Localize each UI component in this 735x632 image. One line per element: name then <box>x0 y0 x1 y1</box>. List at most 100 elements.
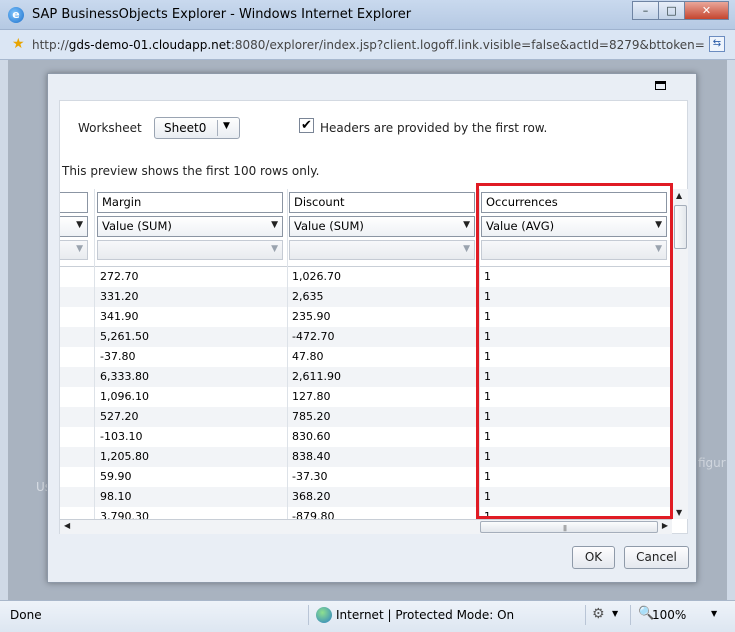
horizontal-scrollbar[interactable]: ◀ ||| ▶ <box>60 519 672 534</box>
table-cell: 1,205.80 <box>100 450 149 463</box>
table-cell: 1 <box>484 330 491 343</box>
status-text: Done <box>10 608 42 622</box>
page-icon[interactable]: ⇆ <box>709 36 725 52</box>
column-header-field[interactable]: Discount <box>289 192 475 213</box>
table-cell: 1 <box>484 290 491 303</box>
headers-checkbox-label: Headers are provided by the first row. <box>320 121 548 135</box>
import-preview-dialog: Worksheet Sheet0 ▼ ✔ Headers are provide… <box>47 73 697 583</box>
column-discount: Discount Value (SUM) ▼ ▼ 1,026.70 2,635 … <box>289 189 480 519</box>
table-cell: 1 <box>484 470 491 483</box>
discount-values: 1,026.70 2,635 235.90 -472.70 47.80 2,61… <box>289 267 341 519</box>
preview-note: This preview shows the first 100 rows on… <box>62 164 320 178</box>
table-cell: -103.10 <box>100 430 143 443</box>
chevron-down-icon: ▼ <box>463 244 470 254</box>
vertical-scrollbar[interactable]: ▲ ▼ <box>672 189 688 519</box>
favorites-star-icon[interactable]: ★ <box>12 36 25 52</box>
ie-logo-icon: e <box>8 7 24 23</box>
table-cell: 331.20 <box>100 290 139 303</box>
table-cell: 838.40 <box>292 450 331 463</box>
aggregation-select[interactable]: Value (AVG) ▼ <box>481 216 667 237</box>
margin-values: 272.70 331.20 341.90 5,261.50 -37.80 6,3… <box>97 267 149 519</box>
chevron-down-icon: ▼ <box>463 220 470 230</box>
table-cell: 527.20 <box>100 410 139 423</box>
table-cell: 3,790.30 <box>100 510 149 519</box>
column-header-field[interactable]: Margin <box>97 192 283 213</box>
table-cell: 1 <box>484 450 491 463</box>
status-bar: Done Internet | Protected Mode: On ⚙ ▼ 🔍… <box>0 600 735 632</box>
table-cell: 785.20 <box>292 410 331 423</box>
occurrences-values: 1 1 1 1 1 1 1 1 1 1 1 1 1 <box>481 267 491 519</box>
zoom-level[interactable]: 100% <box>652 608 686 622</box>
secondary-select[interactable]: ▼ <box>97 240 283 260</box>
security-zone[interactable]: Internet | Protected Mode: On <box>336 608 514 622</box>
scroll-down-arrow-icon[interactable]: ▼ <box>676 508 682 517</box>
table-cell: 235.90 <box>292 310 331 323</box>
table-cell: 1 <box>484 310 491 323</box>
minimize-button[interactable]: – <box>632 1 659 20</box>
column-occurrences: Occurrences Value (AVG) ▼ ▼ 1 1 1 1 1 1 … <box>481 189 667 519</box>
scroll-up-arrow-icon[interactable]: ▲ <box>676 191 682 200</box>
vertical-scroll-thumb[interactable] <box>674 205 687 249</box>
table-cell: 2,635 <box>292 290 324 303</box>
table-cell: 6,333.80 <box>100 370 149 383</box>
table-cell: -37.30 <box>292 470 328 483</box>
table-cell: -879.80 <box>292 510 335 519</box>
table-cell: 1 <box>484 510 491 519</box>
ok-button[interactable]: OK <box>572 546 615 569</box>
worksheet-select-value: Sheet0 <box>164 121 207 135</box>
scroll-left-arrow-icon[interactable]: ◀ <box>64 521 70 530</box>
worksheet-select[interactable]: Sheet0 ▼ <box>154 117 240 139</box>
secondary-select[interactable]: ▼ <box>481 240 667 260</box>
table-cell: 47.80 <box>292 350 324 363</box>
window-titlebar: e SAP BusinessObjects Explorer - Windows… <box>0 0 735 30</box>
chevron-down-icon: ▼ <box>655 220 662 230</box>
chevron-down-icon[interactable]: ▼ <box>711 609 717 618</box>
column-margin: Margin Value (SUM) ▼ ▼ 272.70 331.20 341… <box>97 189 288 519</box>
data-preview-grid: ▼ ▼ Margin Value (SUM) ▼ ▼ 272.70 331.20… <box>60 189 672 519</box>
column-header-field[interactable]: Occurrences <box>481 192 667 213</box>
settings-gear-icon[interactable]: ⚙ <box>592 606 605 622</box>
window-controls: – □ ✕ <box>632 1 729 20</box>
secondary-select[interactable]: ▼ <box>60 240 88 260</box>
maximize-button[interactable]: □ <box>658 1 685 20</box>
globe-icon <box>316 607 332 623</box>
table-cell: 341.90 <box>100 310 139 323</box>
table-cell: 368.20 <box>292 490 331 503</box>
column-partial: ▼ ▼ <box>60 189 95 519</box>
table-cell: 1 <box>484 410 491 423</box>
column-header-field[interactable] <box>60 192 88 213</box>
table-cell: 59.90 <box>100 470 132 483</box>
table-cell: 830.60 <box>292 430 331 443</box>
table-cell: 98.10 <box>100 490 132 503</box>
maximize-icon[interactable] <box>655 81 666 90</box>
scroll-right-arrow-icon[interactable]: ▶ <box>662 521 668 530</box>
chevron-down-icon: ▼ <box>76 244 83 254</box>
horizontal-scroll-thumb[interactable]: ||| <box>480 521 658 533</box>
table-cell: 1 <box>484 370 491 383</box>
close-button[interactable]: ✕ <box>684 1 729 20</box>
table-cell: 127.80 <box>292 390 331 403</box>
url-field[interactable]: http://gds-demo-01.cloudapp.net:8080/exp… <box>32 36 704 56</box>
table-cell: 1 <box>484 270 491 283</box>
table-cell: 2,611.90 <box>292 370 341 383</box>
table-cell: -37.80 <box>100 350 136 363</box>
cancel-button[interactable]: Cancel <box>624 546 689 569</box>
table-cell: -472.70 <box>292 330 335 343</box>
chevron-down-icon: ▼ <box>223 121 230 131</box>
aggregation-select[interactable]: Value (SUM) ▼ <box>289 216 475 237</box>
table-cell: 1 <box>484 390 491 403</box>
aggregation-select[interactable]: Value (SUM) ▼ <box>97 216 283 237</box>
secondary-select[interactable]: ▼ <box>289 240 475 260</box>
chevron-down-icon: ▼ <box>655 244 662 254</box>
table-cell: 272.70 <box>100 270 139 283</box>
table-cell: 1 <box>484 350 491 363</box>
headers-checkbox[interactable]: ✔ <box>299 118 314 133</box>
preview-panel: Worksheet Sheet0 ▼ ✔ Headers are provide… <box>59 100 688 534</box>
background-text: figur <box>698 456 726 470</box>
worksheet-label: Worksheet <box>78 121 142 135</box>
grip-icon: ||| <box>563 525 567 532</box>
aggregation-select[interactable]: ▼ <box>60 216 88 237</box>
chevron-down-icon[interactable]: ▼ <box>612 609 618 618</box>
address-bar: ★ http://gds-demo-01.cloudapp.net:8080/e… <box>0 30 735 60</box>
chevron-down-icon: ▼ <box>271 220 278 230</box>
